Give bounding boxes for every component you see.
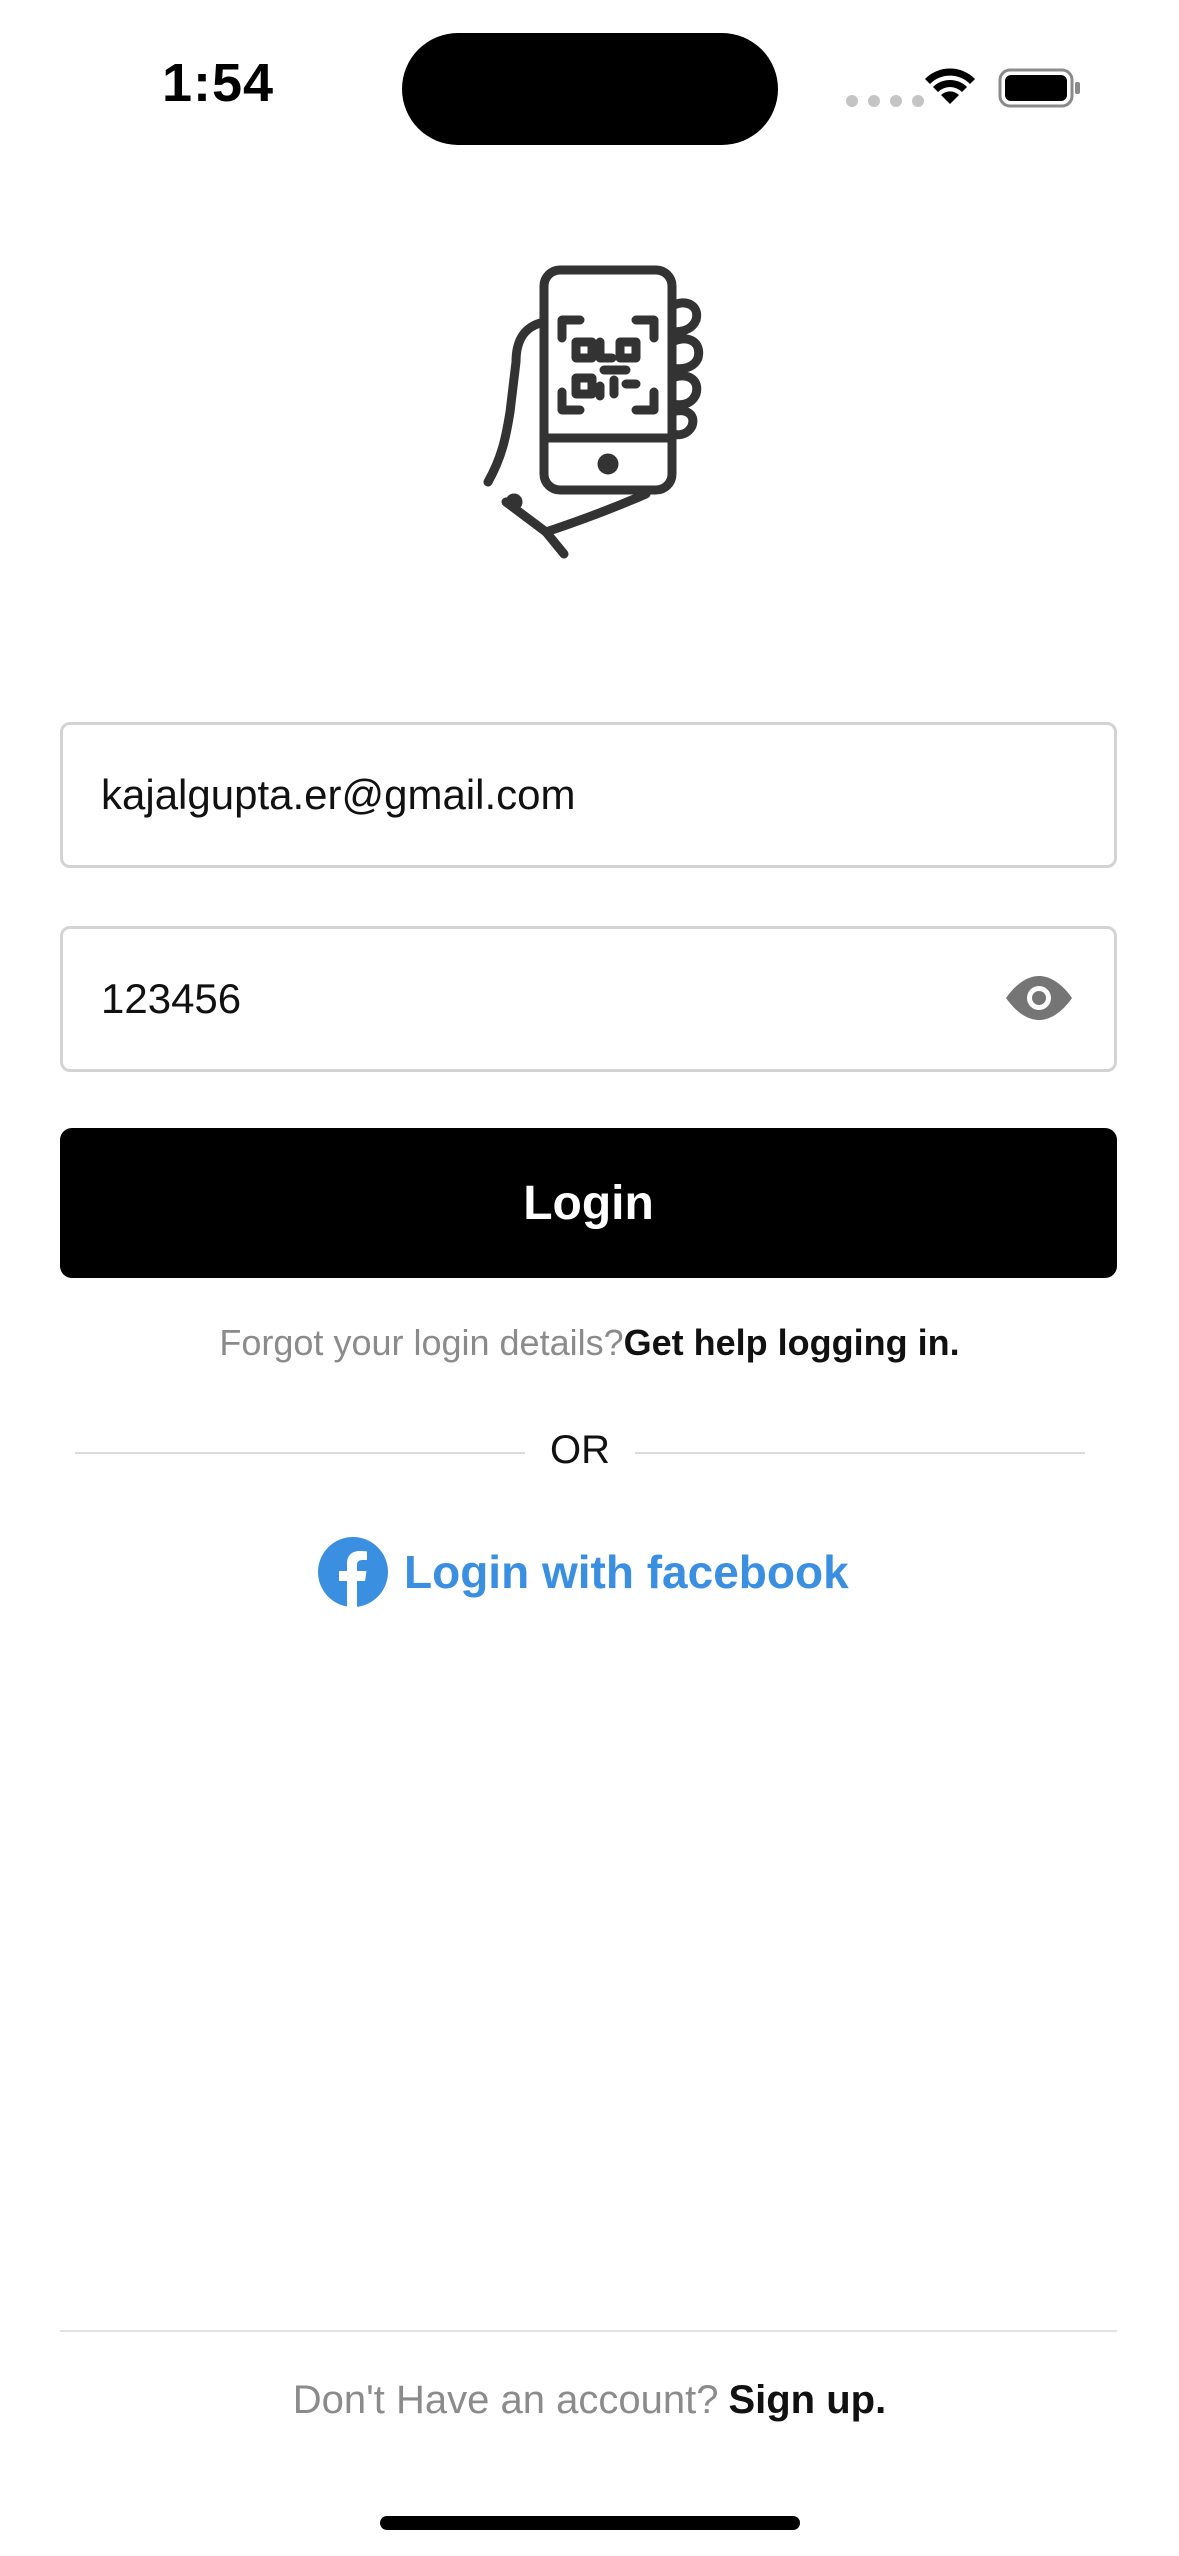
password-input[interactable]: [101, 929, 1001, 1069]
forgot-prompt: Forgot your login details?: [219, 1322, 624, 1363]
divider-line-left: [75, 1452, 525, 1454]
status-time: 1:54: [162, 53, 275, 113]
email-field[interactable]: [60, 722, 1117, 868]
forgot-login-row: Forgot your login details?Get help loggi…: [0, 1322, 1179, 1364]
password-field[interactable]: [60, 926, 1117, 1072]
cellular-signal-icon: [846, 95, 924, 107]
login-button[interactable]: Login: [60, 1128, 1117, 1278]
signup-row: Don't Have an account? Sign up.: [0, 2378, 1179, 2423]
facebook-icon: [318, 1537, 388, 1607]
wifi-icon: [922, 64, 978, 111]
or-label: OR: [550, 1428, 610, 1472]
dynamic-island: [402, 33, 778, 145]
battery-icon: [998, 68, 1082, 113]
eye-icon[interactable]: [1004, 975, 1074, 1026]
login-button-label: Login: [523, 1176, 654, 1230]
divider-line-right: [635, 1452, 1085, 1454]
signup-link[interactable]: Sign up.: [728, 2378, 886, 2422]
home-indicator[interactable]: [380, 2516, 800, 2530]
or-divider: OR: [75, 1428, 1085, 1476]
facebook-login-label: Login with facebook: [404, 1546, 849, 1598]
bottom-divider: [60, 2330, 1117, 2332]
email-input[interactable]: [101, 725, 1001, 865]
hand-holding-phone-qr-icon: [476, 262, 706, 567]
signup-prompt: Don't Have an account?: [292, 2378, 719, 2422]
facebook-login-button[interactable]: Login with facebook: [318, 1536, 849, 1608]
get-help-link[interactable]: Get help logging in.: [624, 1322, 960, 1363]
